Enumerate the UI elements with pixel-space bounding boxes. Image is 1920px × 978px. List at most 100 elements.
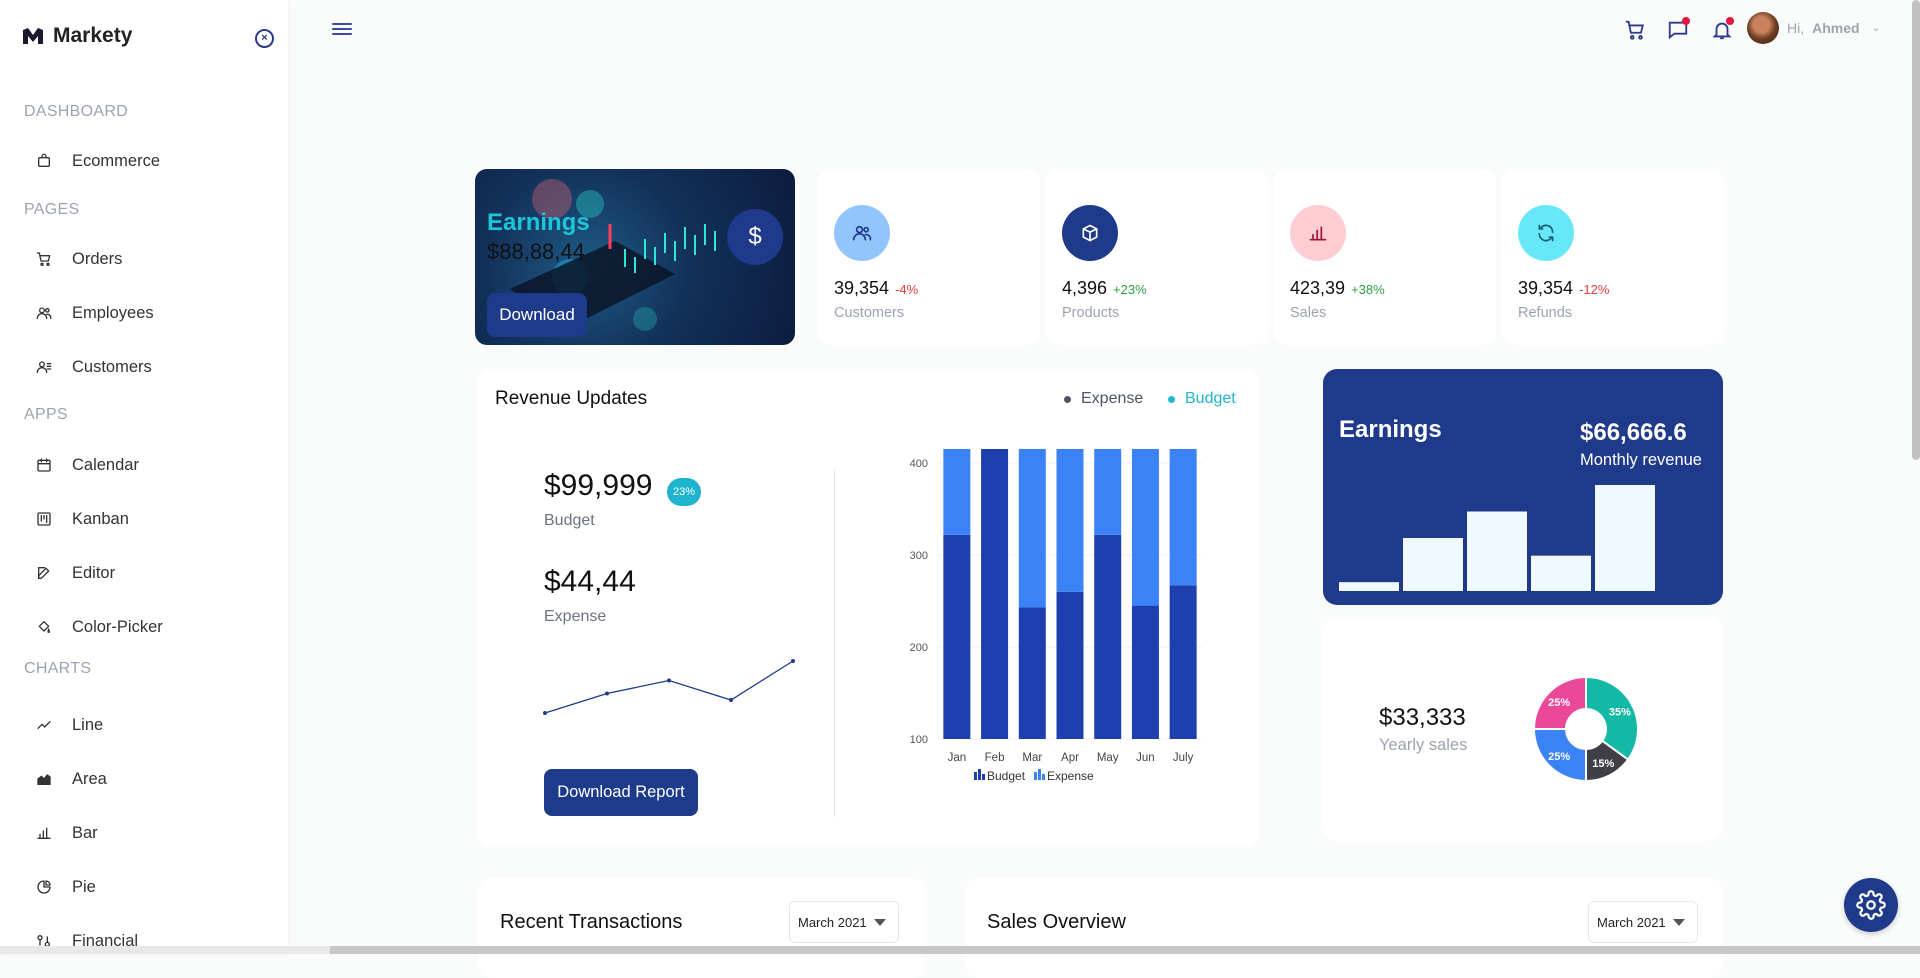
line-chart-icon	[34, 715, 54, 735]
brand-name: Markety	[53, 24, 133, 47]
user-profile-menu[interactable]: Hi, Ahmed ⌄	[1747, 12, 1880, 44]
sidebar-item-kanban[interactable]: Kanban	[24, 501, 264, 537]
budget-label: Budget	[544, 512, 595, 529]
dollar-icon[interactable]: $	[727, 209, 783, 265]
users-icon[interactable]	[834, 205, 890, 261]
horizontal-scrollbar[interactable]	[0, 946, 1920, 954]
stat-value-row: 423,39 +38%	[1290, 278, 1385, 299]
box-icon[interactable]	[1062, 205, 1118, 261]
sidebar-item-label: Kanban	[72, 509, 129, 528]
budget-bar[interactable]	[1094, 534, 1122, 739]
settings-gear-icon[interactable]	[1844, 878, 1898, 932]
budget-value: $99,999	[544, 469, 653, 502]
yearly-label: Yearly sales	[1379, 736, 1468, 754]
vertical-scrollbar[interactable]	[1912, 0, 1920, 460]
donut-slice-label: 25%	[1548, 751, 1570, 763]
expense-bar[interactable]	[1056, 449, 1084, 592]
sidebar-item-color-picker[interactable]: Color-Picker	[24, 609, 264, 645]
x-tick-label: Apr	[1061, 752, 1079, 764]
close-sidebar-icon[interactable]: ×	[255, 29, 274, 48]
donut-slice-label: 15%	[1592, 758, 1614, 770]
bar-chart-icon[interactable]	[1290, 205, 1346, 261]
sidebar-item-label: Employees	[72, 303, 154, 322]
budget-bar[interactable]	[1018, 607, 1046, 739]
sales-month-select[interactable]: March 2021	[1588, 901, 1698, 943]
earnings-bar[interactable]	[1403, 538, 1463, 591]
edit-icon	[34, 563, 54, 583]
earnings-subtitle: Monthly revenue	[1580, 451, 1702, 469]
brand[interactable]: Markety	[22, 24, 132, 48]
nav-section-title: CHARTS	[24, 660, 92, 677]
y-tick-label: 300	[910, 550, 928, 562]
sidebar-item-label: Ecommerce	[72, 151, 161, 170]
stat-change: +38%	[1351, 282, 1385, 297]
sidebar-item-label: Color-Picker	[72, 617, 163, 636]
download-report-button[interactable]: Download Report	[544, 769, 698, 816]
cart-icon[interactable]	[1622, 17, 1648, 43]
bell-icon[interactable]	[1709, 17, 1735, 43]
budget-bar[interactable]	[981, 449, 1009, 739]
budget-bar[interactable]	[1056, 591, 1084, 739]
expense-bar[interactable]	[1094, 449, 1122, 535]
yearly-donut-chart: 35% 15% 25% 25%	[1532, 675, 1639, 783]
budget-bar[interactable]	[1169, 585, 1197, 739]
banner-title: Earnings	[487, 209, 590, 236]
stat-card-refunds: 39,354 -12% Refunds	[1502, 169, 1724, 345]
chat-icon[interactable]	[1665, 17, 1691, 43]
download-button[interactable]: Download	[487, 293, 587, 337]
brand-logo-icon	[23, 28, 43, 44]
expense-bar[interactable]	[1018, 449, 1046, 608]
x-tick-label: Jan	[948, 752, 967, 764]
legend-bar-icon	[974, 772, 977, 780]
legend-label: Expense	[1047, 769, 1094, 783]
legend-budget[interactable]: Budget	[1168, 390, 1236, 408]
greeting: Hi,	[1787, 20, 1805, 36]
menu-toggle-icon[interactable]	[332, 20, 352, 38]
sidebar-item-calendar[interactable]: Calendar	[24, 447, 264, 483]
expense-bar[interactable]	[943, 449, 971, 535]
expense-bar[interactable]	[1169, 449, 1197, 586]
refresh-icon[interactable]	[1518, 205, 1574, 261]
earnings-bar[interactable]	[1531, 555, 1591, 591]
caret-down-icon	[1673, 919, 1685, 926]
sidebar-item-line[interactable]: Line	[24, 707, 264, 743]
sidebar-item-pie[interactable]: Pie	[24, 869, 264, 905]
sparkline-point	[543, 711, 547, 715]
divider	[834, 469, 835, 817]
budget-badge: 23%	[667, 478, 701, 506]
caret-down-icon	[874, 919, 886, 926]
revenue-bar-chart: 100 200 300 400 Jan Feb Mar Apr May Jun July Budget…	[910, 449, 1202, 783]
recent-transactions-title: Recent Transactions	[500, 911, 683, 933]
sales-overview-card: Sales Overview March 2021	[965, 878, 1723, 978]
donut-slice-label: 35%	[1609, 707, 1631, 719]
sidebar-item-customers[interactable]: Customers	[24, 349, 264, 385]
recent-month-select[interactable]: March 2021	[789, 901, 899, 943]
legend-bar-icon	[978, 769, 981, 780]
earnings-bar[interactable]	[1467, 511, 1527, 592]
budget-bar[interactable]	[1131, 605, 1159, 739]
shopping-bag-icon	[34, 151, 54, 171]
sidebar-item-label: Calendar	[72, 455, 139, 474]
sidebar-item-area[interactable]: Area	[24, 761, 264, 797]
yearly-value: $33,333	[1379, 704, 1466, 731]
sidebar-item-editor[interactable]: Editor	[24, 555, 264, 591]
sidebar-item-ecommerce[interactable]: Ecommerce	[24, 143, 264, 179]
sidebar-item-employees[interactable]: Employees	[24, 295, 264, 331]
earnings-banner: Earnings $88,88,44 $ Download	[475, 169, 795, 345]
users-icon	[34, 303, 54, 323]
x-tick-label: Feb	[985, 752, 1005, 764]
stat-change: +23%	[1113, 282, 1147, 297]
stat-value: 39,354	[1518, 278, 1574, 298]
sidebar-item-orders[interactable]: Orders	[24, 241, 264, 277]
sidebar-item-label: Editor	[72, 563, 116, 582]
legend-expense[interactable]: Expense	[1064, 390, 1143, 408]
earnings-title: Earnings	[1339, 416, 1442, 443]
legend-bar-icon	[1034, 772, 1037, 780]
username: Ahmed	[1812, 20, 1860, 36]
horizontal-scrollbar-thumb[interactable]	[330, 946, 1920, 954]
budget-bar[interactable]	[943, 534, 971, 739]
expense-bar[interactable]	[1131, 449, 1159, 606]
earnings-bar[interactable]	[1339, 582, 1399, 591]
sidebar-item-bar[interactable]: Bar	[24, 815, 264, 851]
earnings-bar[interactable]	[1595, 485, 1655, 591]
